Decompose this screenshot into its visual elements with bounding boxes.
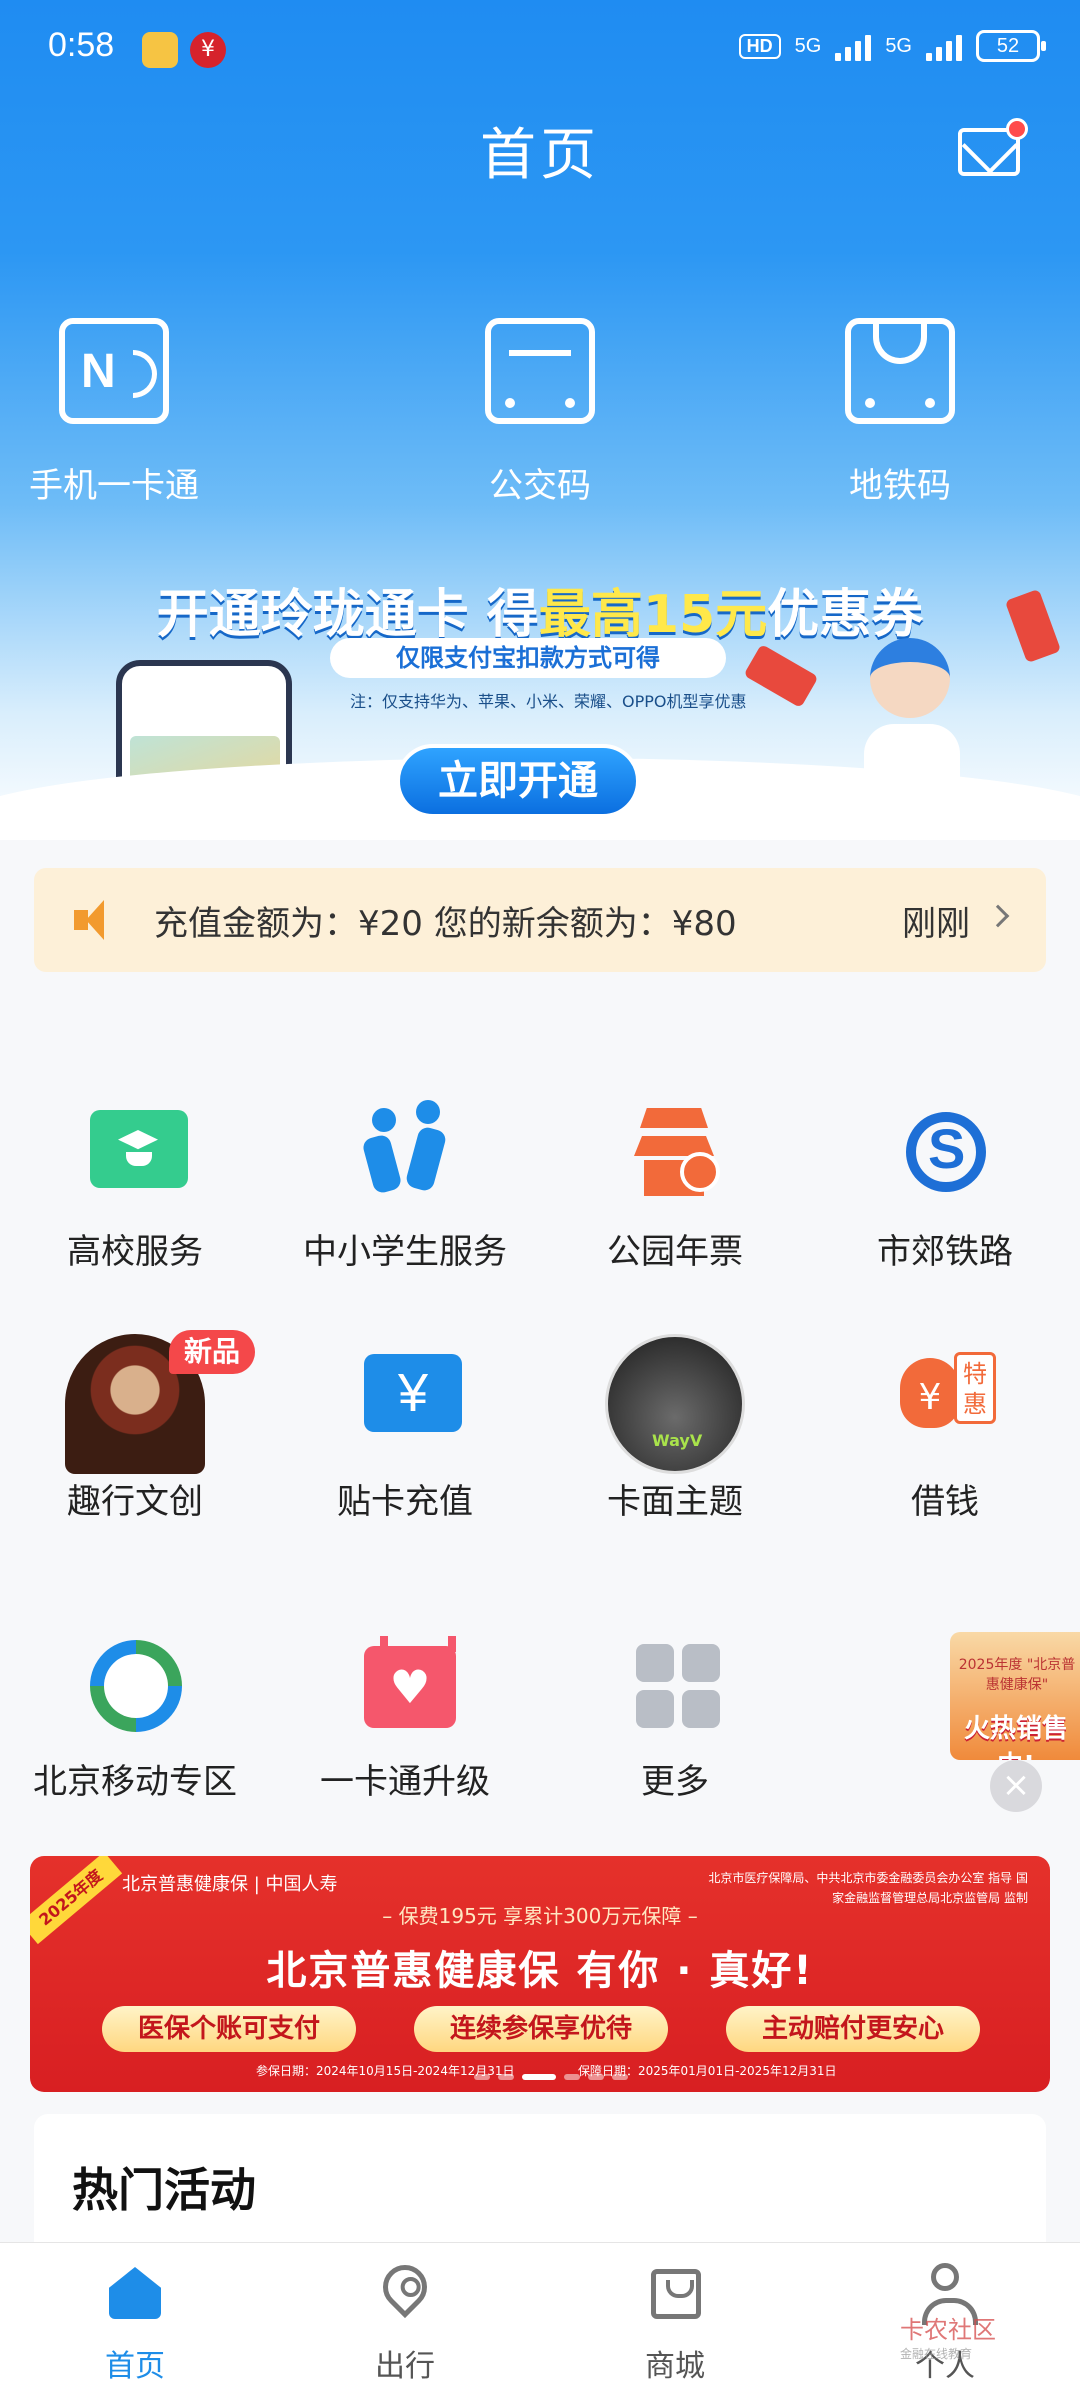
health-insurance-banner[interactable]: 2025年度 北京普惠健康保 | 中国人寿 北京市医疗保障局、中共北京市委金融委… bbox=[30, 1856, 1050, 2092]
china-mobile-icon bbox=[80, 1630, 190, 1740]
signal-icon-2 bbox=[926, 31, 962, 61]
service-label: 趣行文创 bbox=[67, 1482, 203, 1522]
page-title: 首页 bbox=[480, 123, 600, 188]
close-icon[interactable]: × bbox=[990, 1760, 1042, 1812]
notice-text: 充值金额为：¥20 您的新余额为：¥80 bbox=[154, 904, 737, 944]
service-label: 贴卡充值 bbox=[337, 1482, 473, 1522]
coupon-illustration bbox=[743, 643, 819, 709]
open-card-button[interactable]: 立即开通 bbox=[396, 744, 640, 818]
loan-icon: ¥ 特惠 bbox=[890, 1334, 1000, 1474]
signal-icon bbox=[835, 31, 872, 61]
section-title: 热门活动 bbox=[72, 2163, 256, 2217]
hot-activities-section: 热门活动 bbox=[34, 2114, 1046, 2244]
location-pin-icon bbox=[373, 2255, 437, 2323]
benefit-pill: 连续参保享优待 bbox=[414, 2006, 668, 2052]
banner-note: 注：仅支持华为、苹果、小米、荣耀、OPPO机型享优惠 bbox=[350, 692, 747, 711]
service-cultural-products[interactable]: 新品 趣行文创 bbox=[0, 1330, 270, 1523]
status-bar: 0:58 ¥ HD 5G 5G 52 bbox=[0, 0, 1080, 100]
benefit-pill: 医保个账可支付 bbox=[102, 2006, 356, 2052]
bank-app-icon: ¥ bbox=[190, 32, 226, 68]
service-label: 公园年票 bbox=[607, 1232, 743, 1272]
service-more[interactable]: 更多 bbox=[540, 1630, 810, 1803]
service-label: 市郊铁路 bbox=[877, 1232, 1013, 1272]
notification-app-icon bbox=[142, 32, 178, 68]
shopping-bag-icon bbox=[645, 2263, 705, 2323]
carousel-dots bbox=[474, 2074, 628, 2080]
nav-travel[interactable]: 出行 bbox=[270, 2255, 540, 2385]
floating-ad[interactable]: 2025年度 "北京普惠健康保" 火热销售中! bbox=[950, 1632, 1080, 1760]
suburban-rail-icon bbox=[890, 1100, 1000, 1210]
service-china-mobile[interactable]: 北京移动专区 bbox=[0, 1630, 270, 1803]
speaker-icon bbox=[74, 900, 114, 940]
portrait-icon: 新品 bbox=[65, 1330, 255, 1474]
nfc-card-icon: N bbox=[59, 318, 169, 424]
shortcut-nfc-card[interactable]: N 手机一卡通 bbox=[0, 318, 234, 507]
bus-icon bbox=[485, 318, 595, 424]
network-label-1: 5G bbox=[794, 34, 822, 57]
nav-mall[interactable]: 商城 bbox=[540, 2263, 810, 2385]
recharge-notice[interactable]: 充值金额为：¥20 您的新余额为：¥80 刚刚 bbox=[34, 868, 1046, 972]
benefit-pill: 主动赔付更安心 bbox=[726, 2006, 980, 2052]
shortcut-label: 公交码 bbox=[489, 466, 591, 506]
service-label: 北京移动专区 bbox=[33, 1762, 237, 1802]
floating-ad-text: 2025年度 "北京普惠健康保" bbox=[958, 1657, 1076, 1693]
banner-title: 开通玲珑通卡 得最高15元优惠券 bbox=[156, 585, 924, 645]
service-label: 更多 bbox=[641, 1762, 709, 1802]
shortcut-subway-code[interactable]: 地铁码 bbox=[780, 318, 1020, 507]
banner-subtitle: 仅限支付宝扣款方式可得 bbox=[330, 638, 726, 678]
service-label: 借钱 bbox=[911, 1482, 979, 1522]
service-label: 高校服务 bbox=[67, 1232, 203, 1272]
calendar-heart-icon bbox=[350, 1630, 460, 1740]
new-badge: 新品 bbox=[169, 1330, 255, 1374]
students-icon bbox=[350, 1100, 460, 1210]
shortcut-label: 手机一卡通 bbox=[29, 466, 199, 506]
health-title: 北京普惠健康保 有你 · 真好! bbox=[266, 1948, 814, 1994]
subway-icon bbox=[845, 318, 955, 424]
home-icon bbox=[105, 2263, 165, 2323]
chevron-right-icon bbox=[986, 904, 1010, 928]
nav-label: 出行 bbox=[375, 2349, 435, 2384]
service-suburban-rail[interactable]: 市郊铁路 bbox=[810, 1100, 1080, 1273]
status-time: 0:58 bbox=[48, 26, 115, 64]
service-label: 一卡通升级 bbox=[320, 1762, 490, 1802]
hd-icon: HD bbox=[738, 33, 781, 59]
service-university[interactable]: 高校服务 bbox=[0, 1100, 270, 1273]
shortcut-label: 地铁码 bbox=[849, 466, 951, 506]
floating-ad-hot: 火热销售中! bbox=[963, 1714, 1068, 1760]
more-grid-icon bbox=[620, 1630, 730, 1740]
nav-home[interactable]: 首页 bbox=[0, 2263, 270, 2385]
network-label-2: 5G bbox=[885, 34, 912, 57]
status-indicators: HD 5G 5G 52 bbox=[738, 30, 1046, 62]
service-loan[interactable]: ¥ 特惠 借钱 bbox=[810, 1334, 1080, 1523]
shortcut-bus-code[interactable]: 公交码 bbox=[420, 318, 660, 507]
service-label: 卡面主题 bbox=[607, 1482, 743, 1522]
service-card-theme[interactable]: WayV 卡面主题 bbox=[540, 1334, 810, 1523]
yen-icon: ¥ bbox=[350, 1334, 462, 1474]
unread-dot bbox=[1006, 118, 1028, 140]
service-card-upgrade[interactable]: 一卡通升级 bbox=[270, 1630, 540, 1803]
card-theme-icon: WayV bbox=[605, 1334, 745, 1474]
nav-label: 首页 bbox=[105, 2349, 165, 2384]
service-students[interactable]: 中小学生服务 bbox=[270, 1100, 540, 1273]
nav-label: 商城 bbox=[645, 2349, 705, 2384]
service-card-recharge[interactable]: ¥ 贴卡充值 bbox=[270, 1334, 540, 1523]
health-subtitle: – 保费195元 享累计300万元保障 – bbox=[382, 1904, 698, 1928]
service-park-pass[interactable]: 公园年票 bbox=[540, 1100, 810, 1273]
park-pavilion-icon bbox=[620, 1100, 730, 1210]
graduation-cap-icon bbox=[80, 1100, 190, 1210]
health-brand: 北京普惠健康保 | 中国人寿 bbox=[122, 1874, 338, 1895]
service-label: 中小学生服务 bbox=[303, 1232, 507, 1272]
notice-time: 刚刚 bbox=[902, 904, 970, 944]
promo-banner[interactable]: 开通玲珑通卡 得最高15元优惠券 仅限支付宝扣款方式可得 注：仅支持华为、苹果、… bbox=[0, 548, 1080, 838]
battery-icon: 52 bbox=[976, 30, 1046, 62]
watermark: 卡农社区 金融在线教育 bbox=[900, 2316, 996, 2361]
